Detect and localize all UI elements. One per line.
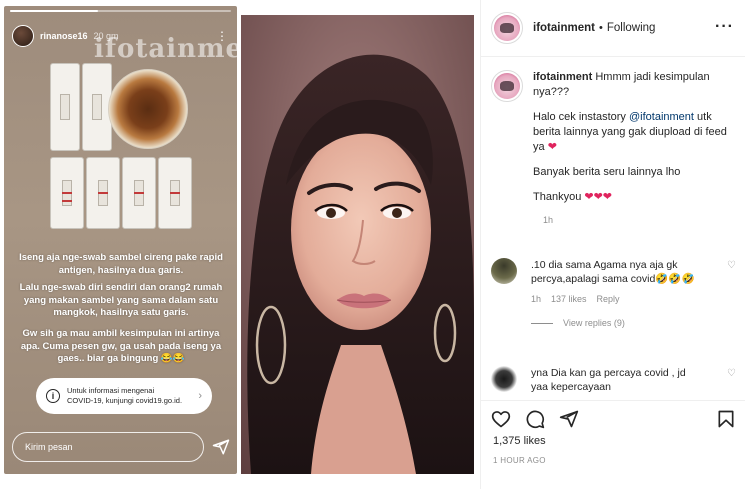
caption-text: ifotainment Hmmm jadi kesimpulan nya??? … bbox=[533, 71, 727, 203]
story-username[interactable]: rinanose16 bbox=[40, 31, 88, 41]
comment-text: .10 dia sama Agama nya aja gk percya,apa… bbox=[531, 259, 695, 285]
story-text-3: Gw sih ga mau ambil kesimpulan ini artin… bbox=[20, 328, 222, 364]
instagram-story: rinanose16 20 gm ⋮ ifotainment Iseng aja… bbox=[4, 6, 237, 474]
commenter-avatar[interactable] bbox=[491, 258, 517, 284]
like-heart-icon[interactable] bbox=[491, 409, 511, 429]
chevron-right-icon: › bbox=[198, 390, 202, 402]
share-send-icon[interactable] bbox=[559, 409, 579, 429]
post-username[interactable]: ifotainment bbox=[533, 22, 595, 34]
post-panel: ifotainment • Following ··· ifotainment … bbox=[480, 0, 745, 489]
caption-time: 1h bbox=[543, 215, 554, 225]
rapid-test-photo bbox=[48, 61, 196, 233]
comment-bubble-icon[interactable] bbox=[525, 409, 545, 429]
ifotainment-watermark: ifotainment bbox=[94, 34, 237, 64]
send-icon[interactable] bbox=[212, 438, 230, 456]
story-reply-input[interactable] bbox=[25, 442, 203, 452]
comment: .10 dia sama Agama nya aja gk percya,apa… bbox=[491, 258, 736, 328]
story-text-1: Iseng aja nge-swab sambel cireng pake ra… bbox=[19, 252, 223, 276]
story-reply-field[interactable] bbox=[12, 432, 204, 462]
comment-time: 1h bbox=[531, 294, 542, 304]
comment-likes[interactable]: 137 likes bbox=[551, 294, 587, 304]
commenter-avatar[interactable] bbox=[491, 366, 517, 392]
hearts-emoji: ❤❤❤ bbox=[584, 191, 613, 203]
story-progress-bar bbox=[10, 10, 231, 12]
heart-emoji: ❤ bbox=[547, 141, 557, 153]
caption-avatar[interactable] bbox=[491, 70, 523, 102]
like-comment-heart-icon[interactable]: ♡ bbox=[727, 368, 736, 394]
mention-link[interactable]: @ifotainment bbox=[629, 111, 694, 123]
reply-button[interactable]: Reply bbox=[597, 294, 620, 304]
more-options-icon[interactable]: ··· bbox=[715, 18, 734, 36]
post-actions: 1,375 likes 1 HOUR AGO bbox=[481, 400, 745, 489]
header-separator: • bbox=[598, 22, 603, 34]
sambel-bowl bbox=[108, 69, 188, 149]
caption-username[interactable]: ifotainment bbox=[533, 71, 592, 83]
likes-count[interactable]: 1,375 likes bbox=[493, 435, 546, 447]
comment-text: yna Dia kan ga percaya covid , jd yaa ke… bbox=[531, 367, 686, 393]
post-header: ifotainment • Following ··· bbox=[481, 0, 745, 57]
post-caption: ifotainment Hmmm jadi kesimpulan nya??? … bbox=[491, 70, 736, 225]
story-text-2: Lalu nge-swab diri sendiri dan orang2 ru… bbox=[19, 282, 223, 318]
story-avatar[interactable] bbox=[12, 25, 34, 47]
info-icon: i bbox=[46, 389, 60, 403]
save-bookmark-icon[interactable] bbox=[716, 409, 736, 429]
comment: yna Dia kan ga percaya covid , jd yaa ke… bbox=[491, 366, 736, 394]
like-comment-heart-icon[interactable]: ♡ bbox=[727, 260, 736, 286]
covid-info-text: Untuk informasi mengenai COVID-19, kunjun… bbox=[67, 386, 183, 405]
account-avatar[interactable] bbox=[491, 12, 523, 44]
following-button[interactable]: Following bbox=[607, 22, 656, 34]
post-timestamp: 1 HOUR AGO bbox=[493, 456, 546, 465]
covid-info-sticker[interactable]: i Untuk informasi mengenai COVID-19, kunj… bbox=[36, 378, 212, 414]
portrait-photo bbox=[241, 15, 474, 474]
view-replies-button[interactable]: View replies (9) bbox=[531, 318, 736, 328]
